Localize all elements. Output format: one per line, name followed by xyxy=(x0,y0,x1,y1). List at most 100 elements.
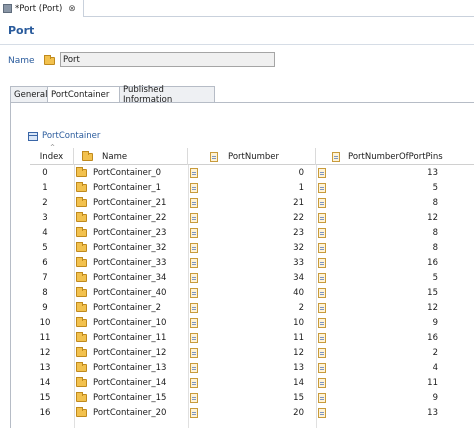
row-pins: 16 xyxy=(427,332,438,343)
column-header-portnumberofportpins[interactable]: PortNumberOfPortPins xyxy=(316,148,474,165)
table-row[interactable]: 5 PortContainer_32 32 8 xyxy=(30,240,474,255)
row-portnumber-cell[interactable]: 15 xyxy=(190,390,314,405)
table-row[interactable]: 3 PortContainer_22 22 12 xyxy=(30,210,474,225)
row-name-cell[interactable]: PortContainer_32 xyxy=(76,240,188,255)
row-portnumber-cell[interactable]: 14 xyxy=(190,375,314,390)
name-field[interactable]: Port xyxy=(60,52,275,67)
row-index: 3 xyxy=(42,212,48,223)
row-portnumber-cell[interactable]: 22 xyxy=(190,210,314,225)
table-row[interactable]: 16 PortContainer_20 20 13 xyxy=(30,405,474,420)
row-pins-cell[interactable]: 9 xyxy=(318,315,472,330)
row-pins-cell[interactable]: 9 xyxy=(318,390,472,405)
tab-portcontainer[interactable]: PortContainer xyxy=(47,86,120,103)
row-name-cell[interactable]: PortContainer_12 xyxy=(76,345,188,360)
row-pins-cell[interactable]: 16 xyxy=(318,330,472,345)
row-pins-cell[interactable]: 4 xyxy=(318,360,472,375)
table-row[interactable]: 6 PortContainer_33 33 16 xyxy=(30,255,474,270)
row-portnumber-cell[interactable]: 1 xyxy=(190,180,314,195)
table-row[interactable]: 12 PortContainer_12 12 2 xyxy=(30,345,474,360)
table-row[interactable]: 2 PortContainer_21 21 8 xyxy=(30,195,474,210)
table-row[interactable]: 0 PortContainer_0 0 13 xyxy=(30,165,474,180)
row-name-cell[interactable]: PortContainer_13 xyxy=(76,360,188,375)
row-index: 0 xyxy=(42,167,48,178)
folder-icon xyxy=(76,241,87,252)
row-name-cell[interactable]: PortContainer_15 xyxy=(76,390,188,405)
folder-icon xyxy=(76,391,87,402)
row-name-cell[interactable]: PortContainer_2 xyxy=(76,300,188,315)
row-pins-cell[interactable]: 12 xyxy=(318,210,472,225)
row-portnumber-cell[interactable]: 11 xyxy=(190,330,314,345)
row-pins: 15 xyxy=(427,287,438,298)
row-portnumber-cell[interactable]: 34 xyxy=(190,270,314,285)
row-portnumber-cell[interactable]: 20 xyxy=(190,405,314,420)
row-name-cell[interactable]: PortContainer_21 xyxy=(76,195,188,210)
parameter-icon xyxy=(318,242,326,253)
tab-general[interactable]: General xyxy=(10,86,48,102)
row-name-cell[interactable]: PortContainer_11 xyxy=(76,330,188,345)
row-portnumber-cell[interactable]: 13 xyxy=(190,360,314,375)
parameter-icon xyxy=(190,287,198,298)
column-header-portnumber[interactable]: PortNumber xyxy=(188,148,316,165)
row-pins-cell[interactable]: 15 xyxy=(318,285,472,300)
row-name: PortContainer_40 xyxy=(93,287,167,298)
parameter-icon xyxy=(190,302,198,313)
column-header-name[interactable]: Name xyxy=(74,148,188,165)
table-row[interactable]: 8 PortContainer_40 40 15 xyxy=(30,285,474,300)
row-pins-cell[interactable]: 5 xyxy=(318,270,472,285)
row-pins-cell[interactable]: 13 xyxy=(318,165,472,180)
row-name-cell[interactable]: PortContainer_20 xyxy=(76,405,188,420)
row-portnumber-cell[interactable]: 0 xyxy=(190,165,314,180)
table-row[interactable]: 10 PortContainer_10 10 9 xyxy=(30,315,474,330)
row-pins-cell[interactable]: 8 xyxy=(318,240,472,255)
row-index: 14 xyxy=(39,377,51,388)
row-name-cell[interactable]: PortContainer_40 xyxy=(76,285,188,300)
row-pins-cell[interactable]: 12 xyxy=(318,300,472,315)
parameter-icon xyxy=(318,167,326,178)
row-portnumber-cell[interactable]: 32 xyxy=(190,240,314,255)
tab-published-information[interactable]: Published Information xyxy=(119,85,215,105)
row-name-cell[interactable]: PortContainer_34 xyxy=(76,270,188,285)
row-name-cell[interactable]: PortContainer_10 xyxy=(76,315,188,330)
row-portnumber-cell[interactable]: 12 xyxy=(190,345,314,360)
folder-icon xyxy=(76,256,87,267)
page-header: Port xyxy=(0,18,474,42)
row-pins-cell[interactable]: 8 xyxy=(318,195,472,210)
table-row[interactable]: 4 PortContainer_23 23 8 xyxy=(30,225,474,240)
table-row[interactable]: 7 PortContainer_34 34 5 xyxy=(30,270,474,285)
row-name-cell[interactable]: PortContainer_23 xyxy=(76,225,188,240)
table-row[interactable]: 9 PortContainer_2 2 12 xyxy=(30,300,474,315)
row-portnumber-cell[interactable]: 23 xyxy=(190,225,314,240)
row-portnumber-cell[interactable]: 2 xyxy=(190,300,314,315)
row-pins-cell[interactable]: 5 xyxy=(318,180,472,195)
row-name-cell[interactable]: PortContainer_33 xyxy=(76,255,188,270)
table-row[interactable]: 14 PortContainer_14 14 11 xyxy=(30,375,474,390)
row-pins-cell[interactable]: 16 xyxy=(318,255,472,270)
editor-tab-port[interactable]: *Port (Port) ⊗ xyxy=(0,0,84,17)
row-portnumber-cell[interactable]: 21 xyxy=(190,195,314,210)
row-portnumber-cell[interactable]: 10 xyxy=(190,315,314,330)
row-pins-cell[interactable]: 8 xyxy=(318,225,472,240)
table-row[interactable]: 1 PortContainer_1 1 5 xyxy=(30,180,474,195)
row-pins-cell[interactable]: 11 xyxy=(318,375,472,390)
table-row[interactable]: 13 PortContainer_13 13 4 xyxy=(30,360,474,375)
row-pins-cell[interactable]: 2 xyxy=(318,345,472,360)
row-portnumber-cell[interactable]: 33 xyxy=(190,255,314,270)
column-header-index[interactable]: ^ Index xyxy=(30,144,74,165)
parameter-icon xyxy=(318,257,326,268)
table-row[interactable]: 11 PortContainer_11 11 16 xyxy=(30,330,474,345)
row-pins-cell[interactable]: 13 xyxy=(318,405,472,420)
row-index: 2 xyxy=(42,197,48,208)
table-row[interactable]: 15 PortContainer_15 15 9 xyxy=(30,390,474,405)
row-portnumber: 11 xyxy=(293,332,304,343)
close-icon[interactable]: ⊗ xyxy=(68,4,76,14)
folder-icon xyxy=(76,181,87,192)
row-portnumber: 1 xyxy=(298,182,304,193)
row-index: 9 xyxy=(42,302,48,313)
row-name-cell[interactable]: PortContainer_0 xyxy=(76,165,188,180)
row-portnumber-cell[interactable]: 40 xyxy=(190,285,314,300)
row-name-cell[interactable]: PortContainer_22 xyxy=(76,210,188,225)
row-portnumber: 21 xyxy=(293,197,304,208)
row-name: PortContainer_32 xyxy=(93,242,167,253)
row-name-cell[interactable]: PortContainer_14 xyxy=(76,375,188,390)
row-name-cell[interactable]: PortContainer_1 xyxy=(76,180,188,195)
